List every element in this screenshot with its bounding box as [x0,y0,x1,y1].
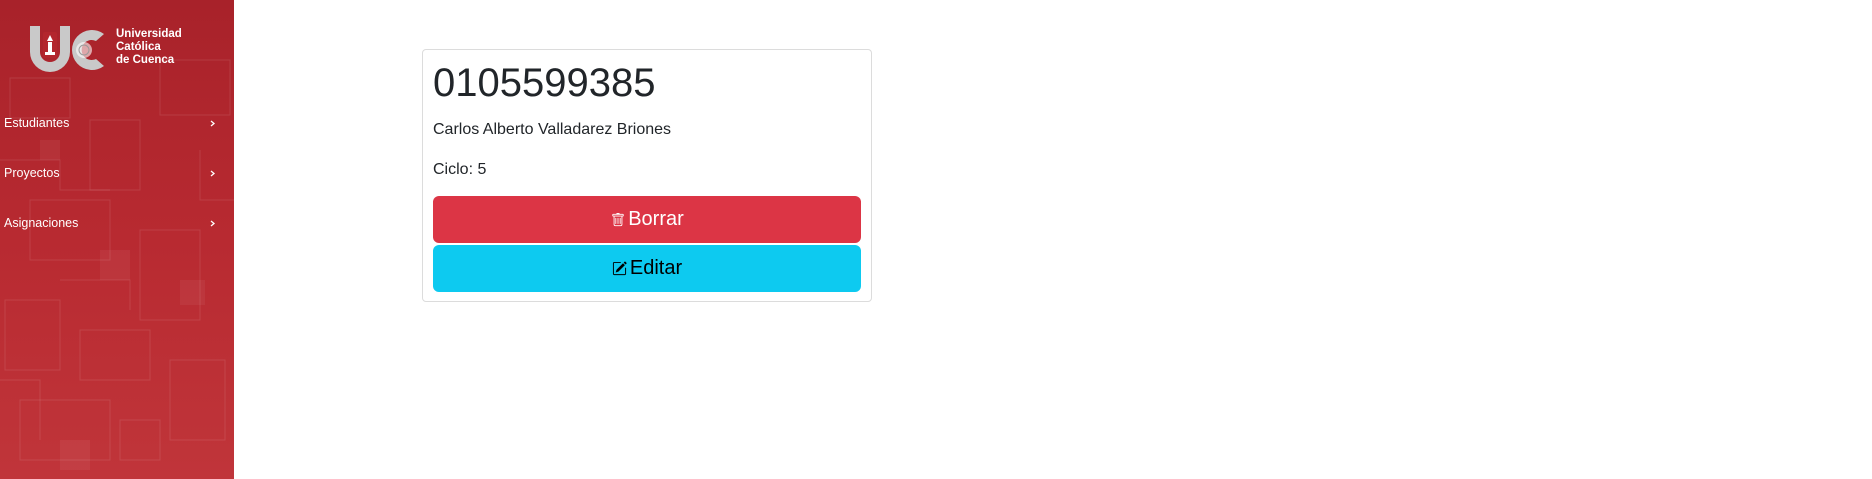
sidebar-item-estudiantes[interactable]: Estudiantes [0,105,234,155]
edit-button[interactable]: Editar [433,245,861,292]
logo-text-line-1: Universidad [116,28,182,40]
logo-text: Universidad Católica de Cuenca [116,28,196,67]
sidebar-item-asignaciones[interactable]: Asignaciones [0,205,234,255]
student-id-title: 0105599385 [433,61,656,105]
student-ciclo: Ciclo: 5 [433,161,487,178]
sidebar-item-label: Estudiantes [4,116,70,130]
sidebar-item-proyectos[interactable]: Proyectos [0,155,234,205]
trash-icon [610,212,626,228]
university-logo[interactable]: Universidad Católica de Cuenca [26,22,196,76]
student-card: 0105599385 Carlos Alberto Valladarez Bri… [422,49,872,302]
delete-button-label: Borrar [628,208,684,230]
logo-text-line-2: Católica [116,41,161,53]
delete-button[interactable]: Borrar [433,196,861,243]
sidebar-item-label: Proyectos [4,166,60,180]
chevron-right-icon [210,170,216,177]
sidebar: Universidad Católica de Cuenca Estudiant… [0,0,234,479]
uc-logo-icon [30,26,104,72]
edit-icon [612,261,628,277]
sidebar-nav: Estudiantes Proyectos Asignaciones [0,105,234,255]
logo-text-line-3: de Cuenca [116,54,175,66]
chevron-right-icon [210,120,216,127]
app-window: Universidad Católica de Cuenca Estudiant… [0,0,1872,479]
chevron-right-icon [210,220,216,227]
edit-button-label: Editar [629,257,683,279]
student-name: Carlos Alberto Valladarez Briones [433,121,672,138]
sidebar-item-label: Asignaciones [4,216,79,230]
